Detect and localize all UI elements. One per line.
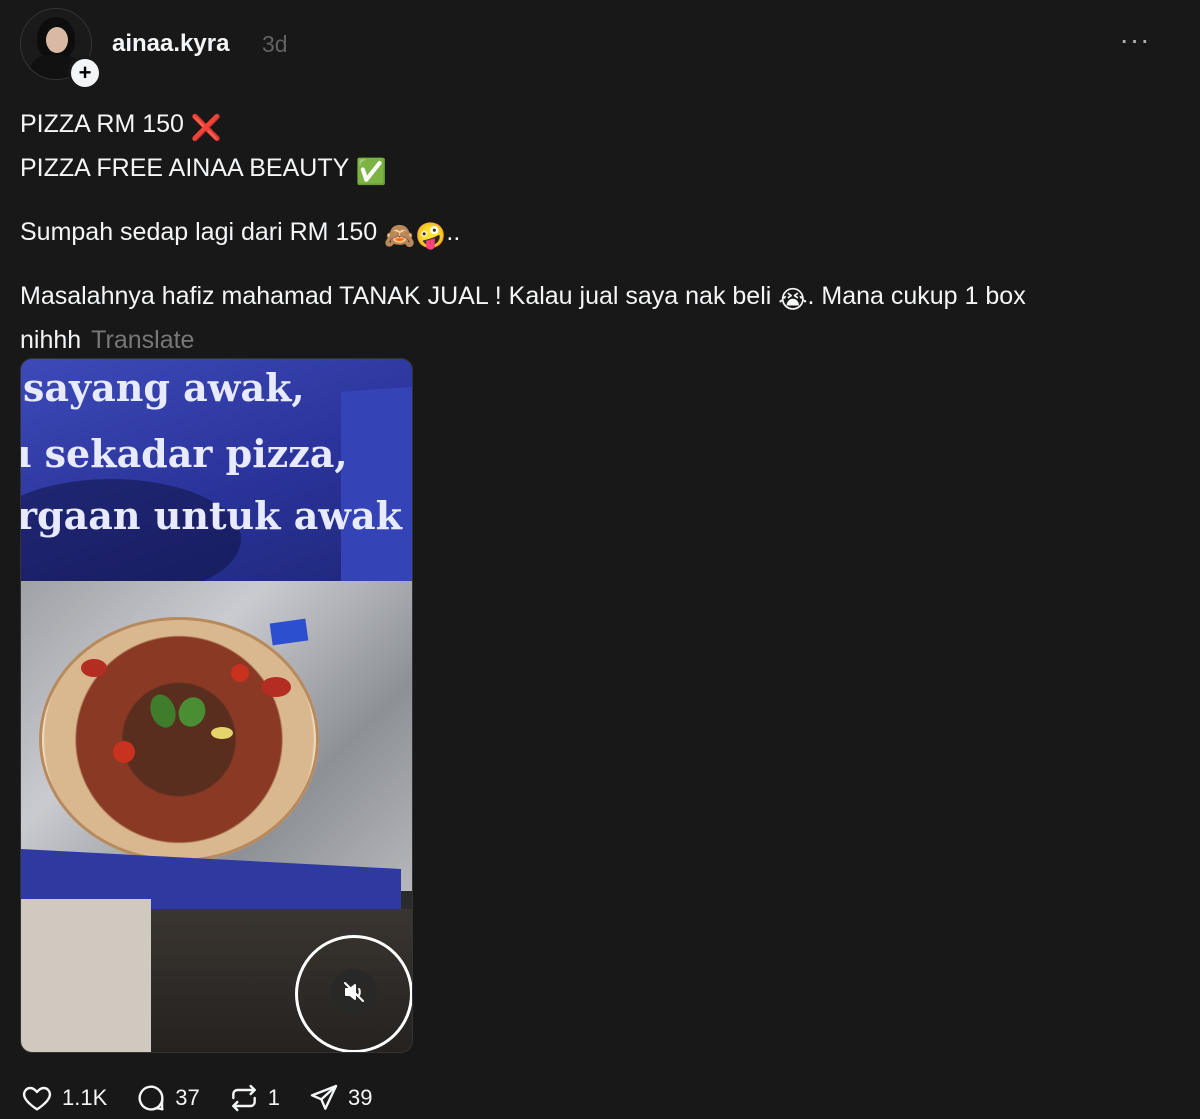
repost-icon [231, 1084, 256, 1112]
timestamp[interactable]: 3d [262, 31, 288, 58]
lid-text-line: rgaan untuk awak [20, 493, 402, 538]
comment-icon [138, 1085, 164, 1111]
caption-text: PIZZA RM 150 [20, 110, 184, 138]
comment-count: 37 [175, 1085, 200, 1110]
comment-button[interactable]: 37 [135, 1082, 200, 1114]
share-button[interactable]: 39 [308, 1082, 372, 1114]
threads-post: + ainaa.kyra 3d ··· PIZZA RM 150 ❌ PIZZA… [0, 0, 1200, 1119]
lid-text-line: ı sekadar pizza, [20, 431, 348, 476]
caption-text: .. [446, 218, 461, 246]
pizza [39, 617, 319, 862]
speaker-muted-icon[interactable] [331, 969, 377, 1015]
caption-line-1: PIZZA RM 150 ❌ [20, 104, 1180, 148]
post-actions: 1.1K 37 1 39 [20, 1082, 400, 1114]
heart-icon [22, 1086, 52, 1111]
avatar[interactable]: + [20, 8, 102, 90]
caption-line-3: Sumpah sedap lagi dari RM 150 🙈🤪.. [20, 212, 1180, 256]
like-count: 1.1K [62, 1085, 108, 1110]
lid-text-line: sayang awak, [23, 365, 305, 410]
like-button[interactable]: 1.1K [20, 1082, 107, 1114]
caption-text: Masalahnya hafiz mahamad TANAK JUAL ! Ka… [20, 282, 772, 310]
cross-mark-emoji: ❌ [190, 114, 223, 142]
caption-text: Sumpah sedap lagi dari RM 150 [20, 218, 378, 246]
share-count: 39 [348, 1085, 373, 1110]
caption-line-4: Masalahnya hafiz mahamad TANAK JUAL ! Ka… [20, 276, 1180, 360]
post-caption: PIZZA RM 150 ❌ PIZZA FREE AINAA BEAUTY ✅… [20, 104, 1180, 360]
caption-text: PIZZA FREE AINAA BEAUTY [20, 154, 349, 182]
crying-emoji: 😭 [778, 286, 808, 314]
repost-button[interactable]: 1 [228, 1082, 280, 1114]
translate-link[interactable]: Translate [91, 326, 194, 354]
plus-icon[interactable]: + [68, 56, 102, 90]
post-video[interactable]: sayang awak, ı sekadar pizza, rgaan untu… [20, 358, 413, 1053]
check-mark-emoji: ✅ [355, 158, 387, 186]
repost-count: 1 [267, 1085, 280, 1110]
share-icon [310, 1084, 338, 1110]
more-icon[interactable]: ··· [1118, 26, 1152, 60]
monkey-zany-emoji: 🙈🤪 [384, 222, 447, 250]
caption-line-2: PIZZA FREE AINAA BEAUTY ✅ [20, 148, 1180, 192]
username[interactable]: ainaa.kyra [112, 30, 229, 58]
